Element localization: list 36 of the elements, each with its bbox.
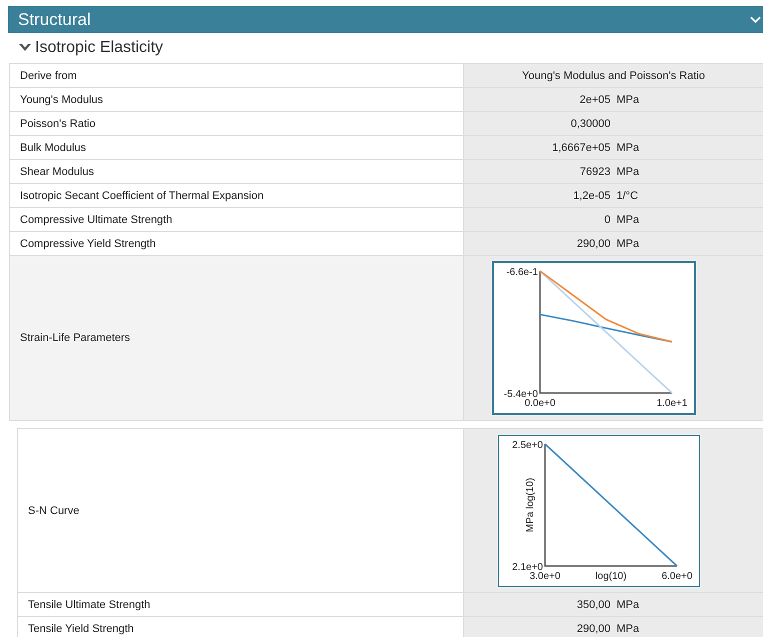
tick-label: -5.4e+0 <box>503 389 538 400</box>
property-value: 0,30000 <box>570 118 610 130</box>
tick-label: 6.0e+0 <box>661 570 692 582</box>
line-chart[interactable]: 2.5e+0 MPa log(10) 2.1e+0 3.0e+0 log(10) 6.0e+0 <box>498 434 700 586</box>
unit-label: MPa <box>616 238 640 250</box>
axis-title: MPa log(10) <box>524 477 536 532</box>
tick-label: 2.1e+0 <box>512 562 542 572</box>
chevron-icon[interactable] <box>18 43 32 53</box>
unit-label: MPa <box>616 166 640 178</box>
property-value: 2e+05 <box>580 94 610 106</box>
axis-title: log(10) <box>594 570 626 582</box>
unit-label: 1/°C <box>616 190 638 202</box>
property-value: 1,2e-05 <box>573 190 610 202</box>
header-title: Structural <box>18 10 91 30</box>
unit-label: MPa <box>616 598 640 610</box>
chevron-icon[interactable] <box>750 16 761 24</box>
property-value: Young's Modulus and Poisson's Ratio <box>522 70 705 82</box>
property-value: 1,6667e+05 <box>552 142 610 154</box>
tick-label: -6.6e-1 <box>506 267 538 278</box>
tick-label: 1.0e+1 <box>656 398 687 409</box>
section-header[interactable]: Structural <box>8 6 763 33</box>
property-value: 290,00 <box>576 238 610 250</box>
section-title: Isotropic Elasticity <box>35 39 164 57</box>
property-label: Strain-Life Parameters <box>9 256 464 420</box>
property-value: 290,00 <box>576 622 610 634</box>
tick-label: 2.5e+0 <box>512 440 542 450</box>
property-value: 0 <box>604 214 610 226</box>
tick-label: 0.0e+0 <box>524 398 555 409</box>
tick-label: 3.0e+0 <box>529 570 560 582</box>
unit-label: MPa <box>616 622 640 634</box>
unit-label: MPa <box>616 142 640 154</box>
line-chart[interactable]: -6.6e-1 -5.4e+0 0.0e+0 1.0e+1 <box>492 261 696 415</box>
property-value: 350,00 <box>576 598 610 610</box>
property-value: 76923 <box>580 166 610 178</box>
unit-label: MPa <box>616 94 640 106</box>
unit-label: MPa <box>616 214 640 226</box>
